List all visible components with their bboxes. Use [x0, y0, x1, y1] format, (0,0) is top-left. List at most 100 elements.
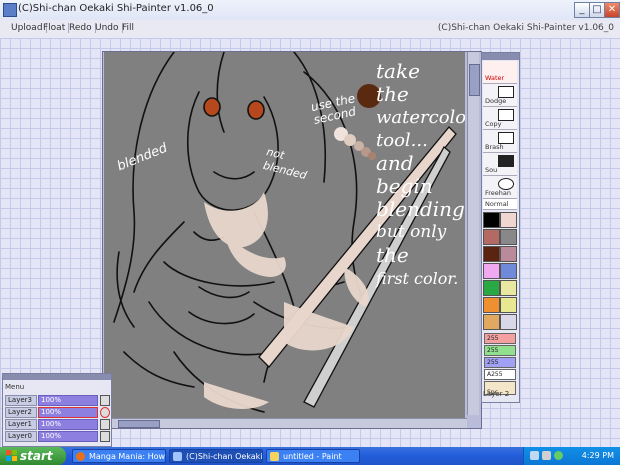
alpha-slider[interactable]: A255 [484, 369, 516, 380]
menu-upload[interactable]: Upload [11, 23, 47, 33]
palette-swatch[interactable] [483, 229, 500, 245]
horizontal-scrollbar[interactable] [104, 418, 467, 428]
tool-label: Brash [485, 143, 504, 151]
palette-swatch[interactable] [483, 246, 500, 262]
clock: 4:29 PM [581, 451, 614, 460]
layer-panel: Menu Layer3 100% Layer2 100% Layer1 100%… [2, 373, 112, 447]
palette-swatch[interactable] [500, 314, 517, 330]
layer-opacity[interactable]: 100% [38, 395, 98, 406]
taskbar: start Manga Mania: How to... (C)Shi-chan… [0, 447, 620, 465]
tool-dodge[interactable]: Dodge [483, 84, 517, 107]
off-icon [498, 155, 514, 167]
taskbar-item-label: (C)Shi-chan Oekaki S... [186, 452, 263, 461]
palette-swatch[interactable] [483, 297, 500, 313]
layer-opacity[interactable]: 100% [38, 407, 98, 418]
panel-header [482, 53, 519, 60]
palette-swatch[interactable] [500, 297, 517, 313]
menu-float[interactable]: Float [43, 23, 70, 33]
tool-label: Dodge [485, 97, 507, 105]
scroll-thumb[interactable] [118, 420, 160, 428]
visibility-icon[interactable] [100, 419, 110, 430]
visibility-icon[interactable] [100, 431, 110, 442]
red-slider[interactable]: 255 [484, 333, 516, 344]
tool-label: Freehan [485, 189, 512, 197]
palette-swatch[interactable] [483, 263, 500, 279]
title-bar: (C)Shi-chan Oekaki Shi-Painter v1.06_0 _… [0, 0, 620, 21]
annotation-line: tool... [376, 130, 428, 151]
menu-undo[interactable]: Undo [95, 23, 123, 33]
tool-label: Copy [485, 120, 502, 128]
tool-label: Sou [485, 166, 498, 174]
window-title: (C)Shi-chan Oekaki Shi-Painter v1.06_0 [18, 3, 214, 14]
start-label: start [20, 449, 53, 463]
layer-name: Layer0 [5, 431, 37, 442]
palette-swatch[interactable] [483, 280, 500, 296]
tool-panel: Water Dodge Copy Brash Sou Freehan Norma… [481, 52, 520, 403]
annotation-line: first color. [376, 269, 459, 288]
vertical-scrollbar[interactable] [467, 52, 480, 415]
minimize-button[interactable]: _ [574, 2, 590, 18]
taskbar-item-label: untitled - Paint [283, 452, 342, 461]
tool-freehand[interactable]: Freehan [483, 176, 517, 199]
visibility-icon[interactable] [100, 395, 110, 406]
palette-swatch[interactable] [483, 212, 500, 228]
blue-slider[interactable]: 255 [484, 357, 516, 368]
layer-row[interactable]: Layer3 100% [5, 395, 110, 406]
annotation-line: the [376, 82, 409, 106]
tool-copy[interactable]: Copy [483, 107, 517, 130]
tool-water[interactable]: Water [483, 61, 517, 84]
palette-swatch[interactable] [500, 229, 517, 245]
layer-name: Layer1 [5, 419, 37, 430]
annotation-line: the [376, 243, 409, 267]
layer-name: Layer2 [5, 407, 37, 418]
taskbar-item-label: Manga Mania: How to... [89, 452, 166, 461]
network-icon[interactable] [530, 451, 539, 460]
layer-row[interactable]: Layer2 100% [5, 407, 110, 418]
windows-flag-icon [6, 450, 17, 461]
green-slider[interactable]: 255 [484, 345, 516, 356]
layer-menu[interactable]: Menu [5, 383, 24, 391]
volume-icon[interactable] [542, 451, 551, 460]
tool-mode[interactable]: Normal [483, 199, 517, 210]
palette-swatch[interactable] [500, 280, 517, 296]
annotation-text: take the watercolor tool... and begin bl… [376, 60, 465, 290]
tool-sou[interactable]: Sou [483, 153, 517, 176]
palette-swatch[interactable] [483, 314, 500, 330]
drawing-canvas[interactable]: take the watercolor tool... and begin bl… [104, 52, 465, 418]
visibility-icon[interactable] [100, 407, 110, 418]
annotation-line: blending, [376, 197, 465, 221]
layer-row[interactable]: Layer1 100% [5, 419, 110, 430]
paint-icon [270, 452, 279, 461]
applet-title: (C)Shi-chan Oekaki Shi-Painter v1.06_0 [437, 23, 614, 33]
system-tray: 4:29 PM [523, 447, 620, 465]
layer-opacity[interactable]: 100% [38, 431, 98, 442]
layer-name: Layer3 [5, 395, 37, 406]
layer-row[interactable]: Layer0 100% [5, 431, 110, 442]
annotation-line: take [376, 59, 420, 83]
palette-swatch[interactable] [500, 212, 517, 228]
palette-swatch[interactable] [500, 246, 517, 262]
panel-header [3, 374, 111, 380]
tool-mode-label: Normal [485, 200, 509, 208]
taskbar-item-paint[interactable]: untitled - Paint [266, 449, 360, 463]
scroll-thumb[interactable] [469, 64, 480, 96]
maximize-button[interactable]: □ [589, 2, 605, 18]
menu-bar: Upload Float Redo Undo Fill (C)Shi-chan … [0, 20, 620, 39]
layer-opacity[interactable]: 100% [38, 419, 98, 430]
browser-icon [173, 452, 182, 461]
palette-swatch[interactable] [500, 263, 517, 279]
close-button[interactable]: ✕ [604, 2, 620, 18]
firefox-icon [76, 452, 85, 461]
tool-brash[interactable]: Brash [483, 130, 517, 153]
taskbar-item-oekaki[interactable]: (C)Shi-chan Oekaki S... [169, 449, 263, 463]
app-icon [3, 3, 17, 17]
annotation-line: but only [376, 222, 447, 242]
taskbar-item-firefox[interactable]: Manga Mania: How to... [72, 449, 166, 463]
current-layer-label: Layer 2 [483, 390, 510, 398]
tool-label: Water [485, 74, 505, 82]
start-button[interactable]: start [0, 447, 66, 465]
security-icon[interactable] [554, 451, 563, 460]
menu-fill[interactable]: Fill [122, 23, 137, 33]
menu-redo[interactable]: Redo [69, 23, 96, 33]
annotation-line: watercolor [376, 107, 465, 128]
